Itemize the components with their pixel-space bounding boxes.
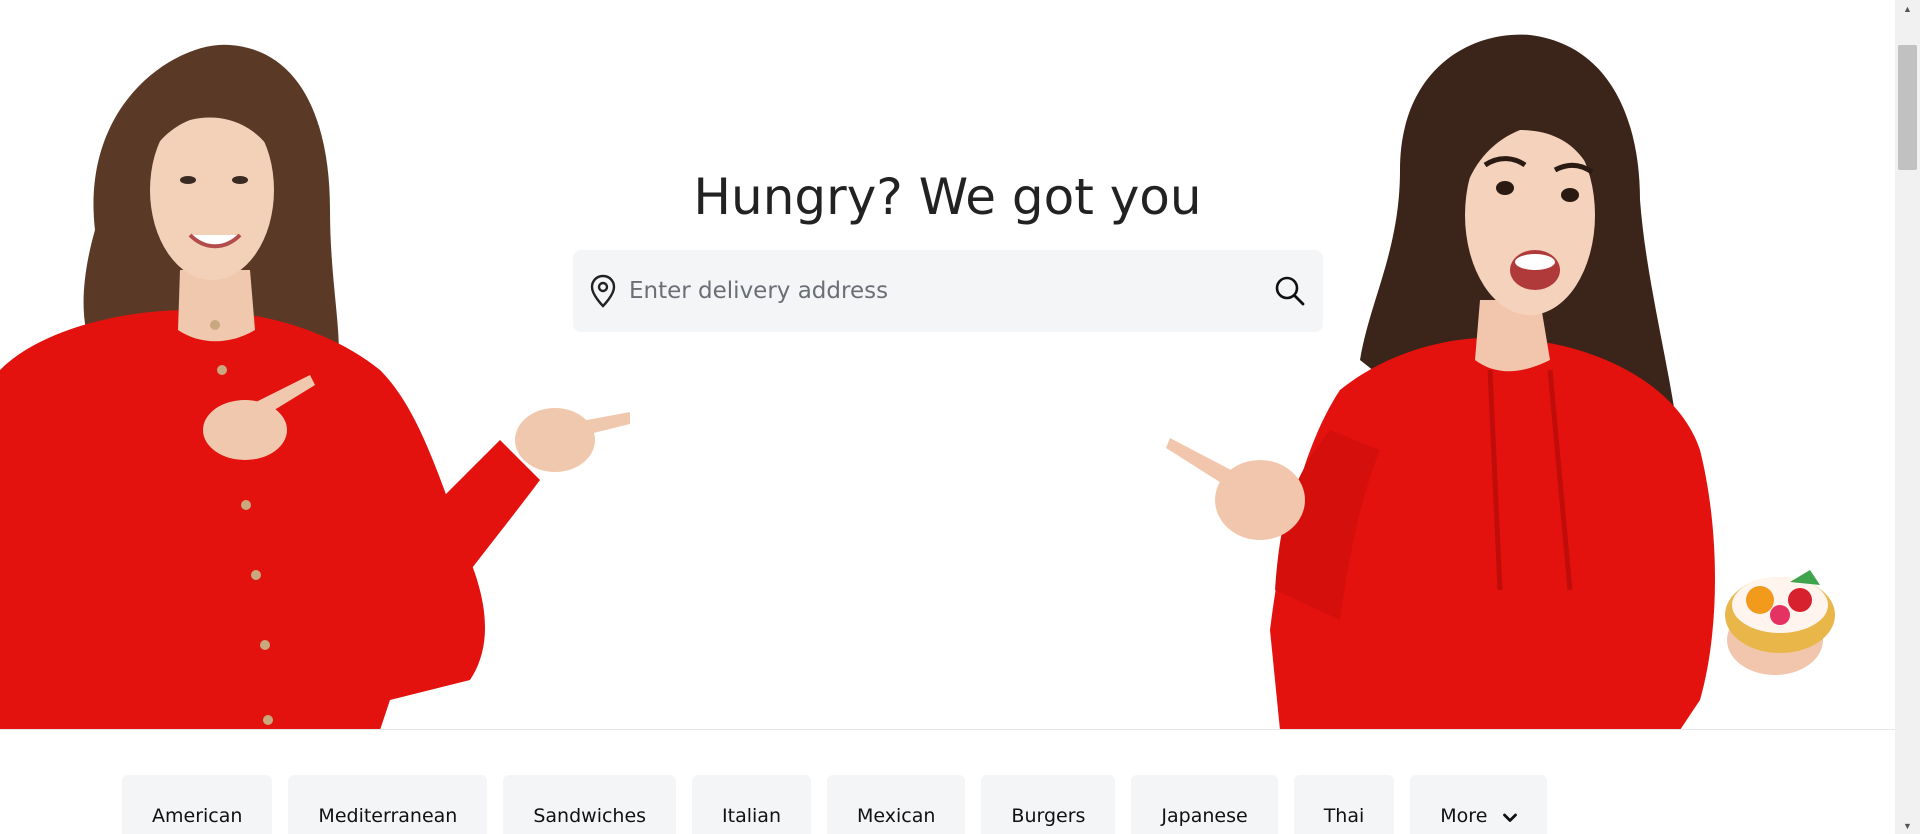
category-more-button[interactable]: More [1410,775,1548,834]
category-label: Burgers [1011,805,1086,827]
category-label: Italian [722,805,781,827]
hero-section: Hungry? We got you [0,0,1895,730]
scrollbar-thumb[interactable] [1898,45,1917,170]
hero-image-left-woman [0,40,640,729]
chevron-down-icon [1503,806,1518,828]
category-label: Thai [1323,805,1365,827]
scroll-up-arrow-icon[interactable]: ▲ [1895,0,1920,17]
cuisine-category-list: American Mediterranean Sandwiches Italia… [122,775,1548,834]
hero-image-right-woman [1160,30,1890,729]
location-pin-icon [589,274,617,308]
category-mediterranean[interactable]: Mediterranean [288,775,488,834]
category-sandwiches[interactable]: Sandwiches [503,775,677,834]
vertical-scrollbar[interactable]: ▲ ▼ [1895,0,1920,834]
category-label: American [152,805,243,827]
category-label: Sandwiches [533,805,647,827]
category-mexican[interactable]: Mexican [827,775,966,834]
scroll-down-arrow-icon[interactable]: ▼ [1895,817,1920,834]
category-japanese[interactable]: Japanese [1131,775,1278,834]
category-label: More [1440,805,1488,827]
category-burgers[interactable]: Burgers [981,775,1116,834]
category-label: Mediterranean [318,805,458,827]
category-label: Mexican [857,805,936,827]
category-label: Japanese [1161,805,1248,827]
category-italian[interactable]: Italian [692,775,811,834]
category-american[interactable]: American [122,775,273,834]
category-thai[interactable]: Thai [1293,775,1395,834]
